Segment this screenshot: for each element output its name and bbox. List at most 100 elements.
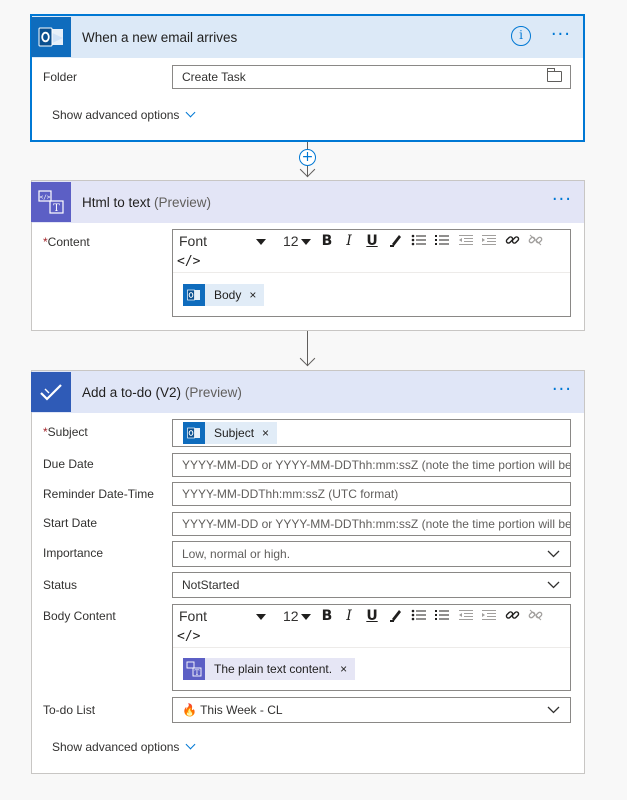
- highlight-pen-icon[interactable]: [387, 233, 405, 250]
- editor-toolbar: Font 12 B I U: [173, 230, 570, 254]
- more-options-icon[interactable]: ···: [551, 26, 571, 44]
- info-icon[interactable]: i: [511, 26, 531, 46]
- html-to-text-header[interactable]: </> T Html to text (Preview) ···: [31, 181, 584, 223]
- italic-button[interactable]: I: [340, 608, 358, 624]
- bullet-list-icon[interactable]: [410, 608, 428, 625]
- subject-label: *Subject: [43, 425, 88, 439]
- unlink-icon[interactable]: [526, 233, 544, 250]
- chevron-down-icon[interactable]: [547, 547, 560, 560]
- todo-list-value: This Week - CL: [200, 703, 283, 717]
- font-size-select[interactable]: 12: [283, 233, 299, 249]
- chevron-down-icon[interactable]: [547, 703, 560, 716]
- bullet-list-icon[interactable]: [410, 233, 428, 250]
- add-todo-title-text: Add a to-do (V2): [82, 384, 182, 400]
- numbered-list-icon[interactable]: [433, 233, 451, 250]
- numbered-list-icon[interactable]: [433, 608, 451, 625]
- folder-input[interactable]: Create Task: [172, 65, 571, 89]
- subject-label-text: Subject: [47, 425, 88, 439]
- caret-down-icon[interactable]: [256, 614, 266, 620]
- show-advanced-label: Show advanced options: [52, 740, 180, 754]
- more-options-icon[interactable]: ···: [552, 191, 572, 209]
- remove-token-icon[interactable]: ×: [262, 422, 269, 444]
- caret-down-icon[interactable]: [301, 614, 311, 620]
- subject-token[interactable]: Subject ×: [183, 422, 278, 444]
- chevron-down-icon: [185, 739, 196, 750]
- code-view-button[interactable]: </>: [177, 629, 200, 644]
- add-todo-title: Add a to-do (V2) (Preview): [82, 385, 242, 400]
- reminder-label: Reminder Date-Time: [43, 487, 154, 501]
- body-token[interactable]: Body ×: [183, 284, 265, 306]
- remove-token-icon[interactable]: ×: [340, 662, 347, 676]
- arrow-down-icon: [299, 350, 316, 367]
- link-icon[interactable]: [503, 608, 521, 625]
- font-select[interactable]: Font: [179, 608, 207, 624]
- font-size-select[interactable]: 12: [283, 608, 299, 624]
- svg-text:</>: </>: [40, 194, 51, 201]
- content-label: *Content: [43, 235, 90, 249]
- html-to-text-title: Html to text (Preview): [82, 195, 211, 210]
- increase-indent-icon[interactable]: [480, 608, 498, 625]
- importance-label: Importance: [43, 546, 104, 560]
- folder-picker-icon[interactable]: [547, 68, 562, 82]
- body-token-label: Body: [214, 288, 242, 302]
- due-date-input[interactable]: YYYY-MM-DD or YYYY-MM-DDThh:mm:ssZ (note…: [172, 453, 571, 477]
- preview-tag: (Preview): [154, 194, 212, 210]
- editor-divider: [173, 647, 570, 648]
- show-advanced-options[interactable]: Show advanced options: [52, 107, 196, 122]
- link-icon[interactable]: [503, 233, 521, 250]
- plain-text-token-label: The plain text content.: [214, 662, 333, 676]
- code-view-button[interactable]: </>: [177, 254, 200, 269]
- chevron-down-icon: [185, 107, 196, 118]
- status-value: NotStarted: [182, 578, 240, 592]
- decrease-indent-icon[interactable]: [457, 608, 475, 625]
- editor-divider: [173, 272, 570, 273]
- trigger-header[interactable]: When a new email arrives i ···: [31, 16, 583, 58]
- reminder-input[interactable]: YYYY-MM-DDThh:mm:ssZ (UTC format): [172, 482, 571, 506]
- html-to-text-icon: T: [183, 658, 205, 680]
- start-date-label: Start Date: [43, 516, 98, 530]
- preview-tag: (Preview): [184, 384, 242, 400]
- svg-text:T: T: [195, 669, 200, 677]
- plain-text-token[interactable]: T The plain text content. ×: [183, 658, 356, 680]
- trigger-card[interactable]: When a new email arrives i ··· Folder Cr…: [30, 14, 585, 142]
- decrease-indent-icon[interactable]: [457, 233, 475, 250]
- chevron-down-icon[interactable]: [547, 578, 560, 591]
- todo-list-select[interactable]: 🔥 This Week - CL: [172, 697, 571, 723]
- unlink-icon[interactable]: [526, 608, 544, 625]
- add-todo-header[interactable]: Add a to-do (V2) (Preview) ···: [31, 371, 584, 413]
- status-select[interactable]: NotStarted: [172, 572, 571, 598]
- status-label: Status: [43, 578, 78, 592]
- todo-list-label: To-do List: [43, 703, 96, 717]
- outlook-icon: [183, 284, 205, 306]
- underline-button[interactable]: U: [363, 233, 381, 249]
- italic-button[interactable]: I: [340, 233, 358, 249]
- add-todo-card[interactable]: Add a to-do (V2) (Preview) ··· *Subject …: [31, 370, 585, 774]
- content-editor[interactable]: Font 12 B I U </> Body ×: [172, 229, 571, 317]
- remove-token-icon[interactable]: ×: [249, 288, 256, 302]
- caret-down-icon[interactable]: [256, 239, 266, 245]
- outlook-icon: [31, 17, 71, 57]
- html-to-text-card[interactable]: </> T Html to text (Preview) ··· *Conten…: [31, 180, 585, 331]
- trigger-title: When a new email arrives: [82, 29, 238, 45]
- highlight-pen-icon[interactable]: [387, 608, 405, 625]
- body-content-label: Body Content: [43, 609, 116, 623]
- increase-indent-icon[interactable]: [480, 233, 498, 250]
- bold-button[interactable]: B: [318, 608, 336, 624]
- more-options-icon[interactable]: ···: [552, 381, 572, 399]
- bold-button[interactable]: B: [318, 233, 336, 249]
- due-date-label: Due Date: [43, 457, 94, 471]
- outlook-icon: [183, 422, 205, 444]
- importance-select[interactable]: Low, normal or high.: [172, 541, 571, 567]
- subject-input[interactable]: Subject ×: [172, 419, 571, 447]
- folder-label: Folder: [43, 70, 78, 84]
- caret-down-icon[interactable]: [301, 239, 311, 245]
- svg-text:T: T: [53, 203, 60, 214]
- show-advanced-options[interactable]: Show advanced options: [52, 739, 196, 754]
- subject-token-label: Subject: [214, 426, 255, 440]
- underline-button[interactable]: U: [363, 608, 381, 624]
- editor-toolbar: Font 12 B I U: [173, 605, 570, 629]
- font-select[interactable]: Font: [179, 233, 207, 249]
- body-content-editor[interactable]: Font 12 B I U </> T The plain text conte…: [172, 604, 571, 691]
- start-date-input[interactable]: YYYY-MM-DD or YYYY-MM-DDThh:mm:ssZ (note…: [172, 512, 571, 536]
- importance-placeholder: Low, normal or high.: [182, 547, 291, 561]
